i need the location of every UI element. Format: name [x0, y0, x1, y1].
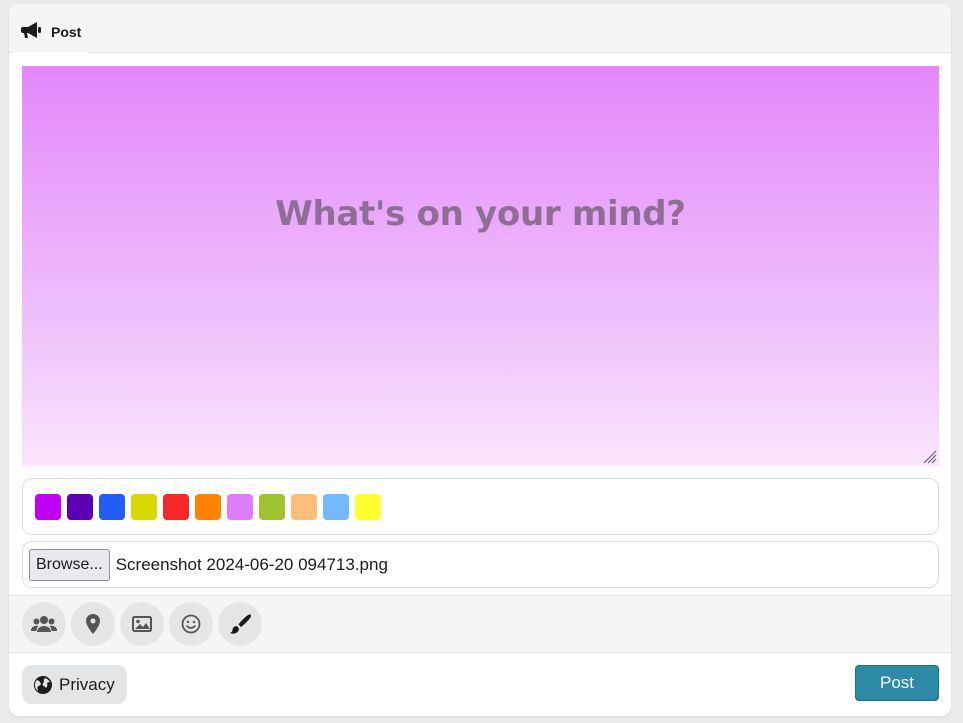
post-tools-bar: [9, 595, 951, 653]
color-swatch[interactable]: [67, 493, 93, 520]
background-color-picker: [22, 478, 939, 535]
card-footer: Privacy Post: [9, 654, 951, 716]
resize-handle-icon[interactable]: [921, 448, 937, 464]
color-swatch[interactable]: [259, 493, 285, 520]
color-swatch[interactable]: [355, 493, 381, 520]
photo-button[interactable]: [120, 602, 164, 646]
smiley-icon: [181, 614, 201, 634]
selected-file-name: Screenshot 2024-06-20 094713.png: [115, 554, 388, 574]
megaphone-icon: [21, 21, 43, 43]
color-swatch[interactable]: [323, 493, 349, 520]
file-input: Browse... Screenshot 2024-06-20 094713.p…: [22, 541, 939, 588]
map-marker-icon: [86, 614, 100, 634]
post-button[interactable]: Post: [855, 665, 939, 701]
feeling-button[interactable]: [169, 602, 213, 646]
browse-button[interactable]: Browse...: [29, 548, 110, 581]
tab-post[interactable]: Post: [13, 12, 90, 53]
header-title: Post: [51, 24, 82, 40]
image-icon: [132, 616, 152, 632]
color-swatch[interactable]: [99, 493, 125, 520]
composer-placeholder: What's on your mind?: [275, 194, 686, 234]
color-swatch[interactable]: [163, 493, 189, 520]
color-swatch[interactable]: [35, 493, 61, 520]
post-textarea[interactable]: What's on your mind?: [22, 66, 939, 466]
location-button[interactable]: [71, 602, 115, 646]
paintbrush-icon: [230, 614, 251, 634]
card-header: Post: [9, 4, 951, 53]
post-card: Post What's on your mind? Browse... Scre…: [9, 4, 951, 716]
background-color-button[interactable]: [218, 602, 262, 646]
color-swatch[interactable]: [227, 493, 253, 520]
users-icon: [31, 616, 57, 632]
globe-icon: [34, 675, 52, 694]
color-swatch[interactable]: [291, 493, 317, 520]
tag-friends-button[interactable]: [22, 602, 66, 646]
color-swatch[interactable]: [195, 493, 221, 520]
color-swatch[interactable]: [131, 493, 157, 520]
privacy-button[interactable]: Privacy: [22, 665, 127, 704]
privacy-label: Privacy: [59, 674, 115, 694]
